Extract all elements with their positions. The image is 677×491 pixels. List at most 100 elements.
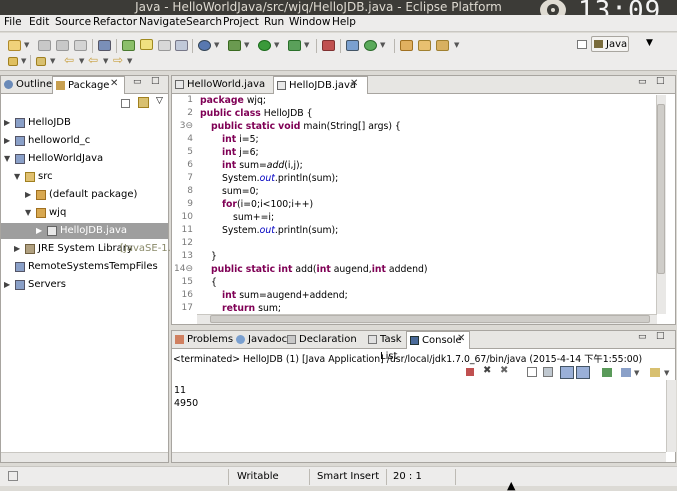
terminate-icon[interactable] <box>466 368 474 376</box>
line-number[interactable]: 3⊖ <box>180 121 193 131</box>
annotation-dropdown-icon[interactable]: ▼ <box>21 57 26 65</box>
collapse-all-icon[interactable] <box>121 99 130 108</box>
close-icon[interactable]: ✕ <box>350 78 358 89</box>
open-console-icon[interactable] <box>650 368 660 377</box>
maximize-icon[interactable]: □ <box>656 76 665 86</box>
external-tools-dropdown-icon[interactable]: ▼ <box>304 41 309 49</box>
menu-file[interactable]: File <box>4 16 22 28</box>
terminal-icon[interactable] <box>98 40 111 51</box>
new-java-class-icon[interactable] <box>364 40 377 51</box>
toggle-mark-occurrences-icon[interactable] <box>140 39 153 50</box>
menu-navigate[interactable]: Navigate <box>139 16 186 28</box>
tree-item-hellojdb-project[interactable]: ▶ HelloJDB <box>1 115 168 131</box>
menu-source[interactable]: Source <box>55 16 91 28</box>
collapse-icon[interactable]: ▼ <box>25 205 31 220</box>
web-browser-icon[interactable] <box>198 40 211 51</box>
pin-console-icon[interactable] <box>602 368 612 377</box>
menu-project[interactable]: Project <box>223 16 259 28</box>
perspective-overflow-icon[interactable]: ▼ <box>646 38 653 48</box>
tree-item-helloworldjava-project[interactable]: ▼ HelloWorldJava <box>1 151 168 167</box>
minimize-icon[interactable]: ▭ <box>133 77 142 87</box>
tab-task-list[interactable]: Task List <box>365 331 405 362</box>
close-icon[interactable]: ✕ <box>110 78 118 89</box>
expand-icon[interactable]: ▶ <box>4 133 10 148</box>
open-perspective-icon[interactable] <box>577 40 587 49</box>
menu-window[interactable]: Window <box>289 16 330 28</box>
minimize-icon[interactable]: ▭ <box>638 332 647 342</box>
tree-item-servers[interactable]: ▶ Servers <box>1 277 168 293</box>
forward-icon[interactable]: ⇨ <box>113 53 123 67</box>
web-dropdown-icon[interactable]: ▼ <box>214 41 219 49</box>
clear-console-icon[interactable] <box>527 367 537 377</box>
expand-icon[interactable]: ▶ <box>4 277 10 292</box>
maximize-icon[interactable]: □ <box>151 76 160 86</box>
tree-item-wjq-package[interactable]: ▼ wjq <box>1 205 168 221</box>
tree-item-hellojdb-java[interactable]: ▶ HelloJDB.java <box>1 223 168 239</box>
menu-help[interactable]: Help <box>332 16 356 28</box>
close-icon[interactable]: ✕ <box>457 333 465 344</box>
show-console-on-stderr-icon[interactable] <box>576 366 590 379</box>
expand-icon[interactable]: ▶ <box>36 223 42 238</box>
last-edit-dropdown-icon[interactable]: ▼ <box>103 57 108 65</box>
back-dropdown-icon[interactable]: ▼ <box>79 57 84 65</box>
expand-icon[interactable]: ▶ <box>25 187 31 202</box>
last-edit-icon[interactable]: ⇦ <box>88 53 98 67</box>
print-icon[interactable] <box>74 40 87 51</box>
block-selection-icon[interactable] <box>158 40 171 51</box>
run-icon[interactable] <box>258 40 271 51</box>
search-icon[interactable] <box>436 40 449 51</box>
new-class-dropdown-icon[interactable]: ▼ <box>380 41 385 49</box>
tab-declaration[interactable]: Declaration <box>284 331 364 349</box>
line-number[interactable]: 14⊖ <box>174 264 193 274</box>
menu-edit[interactable]: Edit <box>29 16 49 28</box>
view-menu-icon[interactable]: ▽ <box>156 96 163 106</box>
new-java-package-icon[interactable] <box>346 40 359 51</box>
menu-refactor[interactable]: Refactor <box>93 16 137 28</box>
next-annotation-dropdown-icon[interactable]: ▼ <box>50 57 55 65</box>
minimize-icon[interactable]: ▭ <box>638 77 647 87</box>
maximize-icon[interactable]: □ <box>656 331 665 341</box>
remove-all-terminated-icon[interactable]: ✖ <box>500 365 508 376</box>
menu-search[interactable]: Search <box>186 16 222 28</box>
tree-item-src-folder[interactable]: ▼ src <box>1 169 168 185</box>
show-console-on-stdout-icon[interactable] <box>560 366 574 379</box>
debug-dropdown-icon[interactable]: ▼ <box>244 41 249 49</box>
new-dropdown-icon[interactable]: ▼ <box>24 41 29 49</box>
remove-launch-icon[interactable]: ✖ <box>483 365 491 376</box>
skip-breakpoints-icon[interactable] <box>322 40 335 51</box>
collapse-icon[interactable]: ▼ <box>4 151 10 166</box>
next-annotation-icon[interactable] <box>36 57 46 66</box>
console-output-area[interactable] <box>172 380 666 451</box>
tree-item-remote-systems-temp-files[interactable]: RemoteSystemsTempFiles <box>1 259 168 275</box>
tab-outline[interactable]: Outline <box>1 76 52 94</box>
tab-helloworld-java[interactable]: HelloWorld.java <box>172 76 272 94</box>
display-selected-console-icon[interactable] <box>621 368 631 377</box>
console-vertical-scrollbar[interactable] <box>666 380 676 452</box>
save-icon[interactable] <box>38 40 51 51</box>
show-whitespace-icon[interactable] <box>175 40 188 51</box>
editor-vertical-scroll-thumb[interactable] <box>657 104 665 274</box>
forward-dropdown-icon[interactable]: ▼ <box>127 57 132 65</box>
new-icon[interactable] <box>8 40 21 51</box>
run-dropdown-icon[interactable]: ▼ <box>274 41 279 49</box>
open-console-dropdown-icon[interactable]: ▼ <box>664 369 669 377</box>
console-horizontal-scrollbar[interactable] <box>172 452 666 462</box>
scroll-lock-icon[interactable] <box>543 367 553 377</box>
editor-horizontal-scroll-thumb[interactable] <box>210 315 650 323</box>
expand-icon[interactable]: ▶ <box>14 241 20 256</box>
external-tools-icon[interactable] <box>288 40 301 51</box>
tree-item-default-package[interactable]: ▶ (default package) <box>1 187 168 203</box>
open-task-icon[interactable] <box>418 40 431 51</box>
tree-item-jre-system-library[interactable]: ▶ JRE System Library [JavaSE-1.7] <box>1 241 181 257</box>
menu-run[interactable]: Run <box>264 16 284 28</box>
search-dropdown-icon[interactable]: ▼ <box>454 41 459 49</box>
debug-icon[interactable] <box>228 40 241 51</box>
tree-item-helloworld-c-project[interactable]: ▶ helloworld_c <box>1 133 168 149</box>
collapse-icon[interactable]: ▼ <box>14 169 20 184</box>
expand-icon[interactable]: ▶ <box>4 115 10 130</box>
left-horizontal-scrollbar[interactable] <box>1 452 168 462</box>
annotation-icon[interactable] <box>8 57 18 66</box>
tab-problems[interactable]: Problems <box>172 331 233 349</box>
toggle-breadcrumb-icon[interactable] <box>122 40 135 51</box>
link-with-editor-icon[interactable] <box>138 97 149 108</box>
